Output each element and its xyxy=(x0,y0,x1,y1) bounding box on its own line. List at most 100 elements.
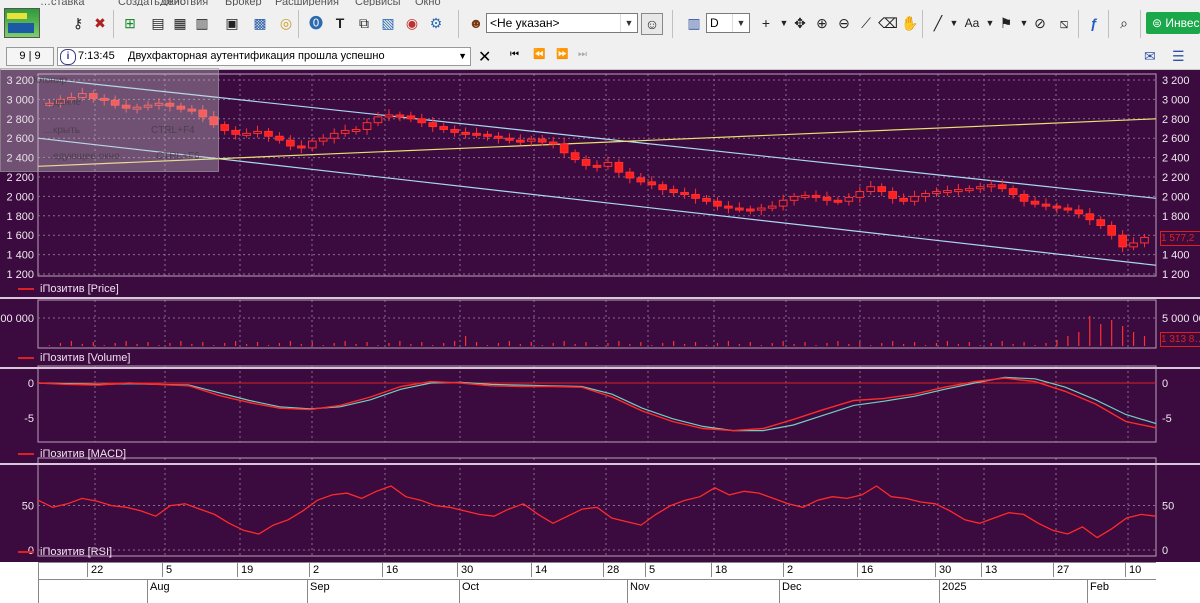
date-axis-corner xyxy=(0,562,38,602)
candle-body xyxy=(286,139,295,147)
add-window-icon[interactable]: ⊞ xyxy=(120,13,140,33)
candle-body xyxy=(680,192,689,196)
context-menu-item[interactable]: …едующее окно xyxy=(43,151,120,162)
price-axis-tick-left: 2 200 xyxy=(6,172,34,184)
candle-body xyxy=(1129,242,1138,248)
candle-body xyxy=(724,205,733,209)
key-icon[interactable]: ⚷ xyxy=(68,13,88,33)
prev-icon[interactable]: ⏪ xyxy=(533,49,546,60)
candle-body xyxy=(1063,207,1073,211)
eraser-icon[interactable]: ⌫ xyxy=(878,13,898,33)
disconnect-icon[interactable]: ✖ xyxy=(90,13,110,33)
ruler-icon[interactable]: ⟋ xyxy=(856,13,876,33)
quotes-window-icon[interactable]: ▦ xyxy=(170,13,190,33)
chevron-down-icon[interactable]: ▼ xyxy=(732,14,749,32)
date-axis-day: 19 xyxy=(241,564,254,576)
candle-body xyxy=(516,139,525,143)
candle-body xyxy=(351,128,361,132)
candle-body xyxy=(636,177,646,183)
invest-button[interactable]: ⊜ Инвес xyxy=(1146,12,1200,34)
context-menu-item[interactable]: Клонир… xyxy=(33,75,77,86)
table-window-icon[interactable]: ▤ xyxy=(148,13,168,33)
candle-body xyxy=(417,118,427,124)
portfolio-icon[interactable]: ▣ xyxy=(222,13,242,33)
volume-axis-tick-right: 5 000 00 xyxy=(1162,313,1200,325)
rsi-legend[interactable]: iПозитив [RSI] xyxy=(18,546,112,558)
price-axis-tick-right: 1 200 xyxy=(1162,269,1190,281)
candle-body xyxy=(570,152,580,161)
alert-icon[interactable]: ⓿ xyxy=(306,13,326,33)
font-button[interactable]: Aa xyxy=(962,13,982,33)
macd-legend[interactable]: iПозитив [MACD] xyxy=(18,448,126,460)
candle-body xyxy=(1074,209,1084,215)
candle-body xyxy=(472,132,481,136)
menu-item-window[interactable]: Окно xyxy=(415,0,441,6)
menu-item-services[interactable]: Сервисы xyxy=(355,0,401,6)
last-volume-label: 1 313 8… xyxy=(1160,332,1200,347)
indicator-icon[interactable]: ƒ xyxy=(1084,13,1104,33)
candle-body xyxy=(362,122,372,130)
pane-separator[interactable] xyxy=(0,463,1200,465)
date-axis[interactable]: 22 5 19 2 16 30 14 28 5 18 2 16 30 13 27 10 Aug Sep Oct Nov… xyxy=(38,562,1157,603)
bar-chart-type-icon[interactable]: ▥ xyxy=(684,13,704,33)
search-icon[interactable]: ⌕ xyxy=(1114,13,1134,33)
candle-body xyxy=(855,191,865,198)
pane-frame xyxy=(37,299,1157,349)
price-legend[interactable]: iПозитив [Price] xyxy=(18,283,119,295)
candle-body xyxy=(1096,219,1106,226)
toolbar-separator xyxy=(298,10,299,38)
page-counter[interactable]: 9 | 9 xyxy=(6,47,54,66)
chart-window-icon[interactable]: ▩ xyxy=(250,13,270,33)
candle-body xyxy=(888,191,897,199)
toolbar-separator xyxy=(1108,10,1109,38)
menu-item-actions[interactable]: Действия xyxy=(160,0,208,6)
message-combo[interactable]: i 7:13:45 Двухфакторная аутентификация п… xyxy=(57,47,471,66)
flag-icon[interactable]: ⚑ xyxy=(996,13,1016,33)
date-axis-tick xyxy=(237,563,238,577)
first-icon[interactable]: ⏮ xyxy=(510,49,519,60)
candle-body xyxy=(384,114,394,118)
pane-separator[interactable] xyxy=(0,367,1200,369)
hand-icon[interactable]: ✋ xyxy=(900,13,920,33)
chat-icon[interactable]: ✉ xyxy=(1144,48,1156,65)
text-tool-icon[interactable]: T xyxy=(330,13,350,33)
chevron-down-icon[interactable]: ▼ xyxy=(944,13,964,33)
notes-icon[interactable]: ☰ xyxy=(1172,48,1185,65)
last-icon[interactable]: ⏭ xyxy=(578,49,587,60)
crosshair-icon[interactable]: + xyxy=(756,13,776,33)
instrument-combo[interactable]: <Не указан> ▼ xyxy=(486,13,638,33)
user-icon[interactable]: ☻ xyxy=(466,13,486,33)
coins-icon[interactable]: ◎ xyxy=(276,13,296,33)
pane-separator[interactable] xyxy=(0,297,1200,299)
date-axis-day: 18 xyxy=(715,564,728,576)
contact-icon[interactable]: ☺ xyxy=(641,13,663,35)
candle-body xyxy=(975,186,985,190)
candle-body xyxy=(647,181,657,186)
close-icon[interactable]: ✕ xyxy=(478,47,491,67)
zoom-in-icon[interactable]: ⊕ xyxy=(812,13,832,33)
stop-icon[interactable]: ◉ xyxy=(402,13,422,33)
next-icon[interactable]: ⏩ xyxy=(556,49,568,60)
orders-window-icon[interactable]: ▥ xyxy=(192,13,212,33)
hide-drawings-icon[interactable]: ⊘ xyxy=(1030,13,1050,33)
date-axis-tick xyxy=(162,563,163,577)
menu-item-paste[interactable]: …ставка xyxy=(40,0,85,6)
zoom-out-icon[interactable]: ⊖ xyxy=(834,13,854,33)
tools-icon[interactable]: ⚙ xyxy=(426,13,446,33)
date-axis-tick xyxy=(711,563,712,577)
news-icon[interactable]: ▧ xyxy=(378,13,398,33)
price-axis-tick-right: 2 600 xyxy=(1162,133,1190,145)
chevron-down-icon[interactable]: ▼ xyxy=(458,48,467,65)
period-combo[interactable]: D ▼ xyxy=(706,13,750,33)
move-icon[interactable]: ✥ xyxy=(790,13,810,33)
date-axis-month: Sep xyxy=(310,581,330,593)
context-menu-item[interactable]: …крыть xyxy=(43,125,80,136)
context-menu-item[interactable]: …дание xyxy=(43,97,81,108)
menu-item-extensions[interactable]: Расширения xyxy=(275,0,339,6)
candle-body xyxy=(1107,225,1117,236)
delete-drawings-icon[interactable]: ⧅ xyxy=(1054,13,1074,33)
copy-icon[interactable]: ⧉ xyxy=(354,13,374,33)
menu-item-broker[interactable]: Брокер xyxy=(225,0,262,6)
chevron-down-icon[interactable]: ▼ xyxy=(620,14,637,32)
volume-legend[interactable]: iПозитив [Volume] xyxy=(18,352,130,364)
